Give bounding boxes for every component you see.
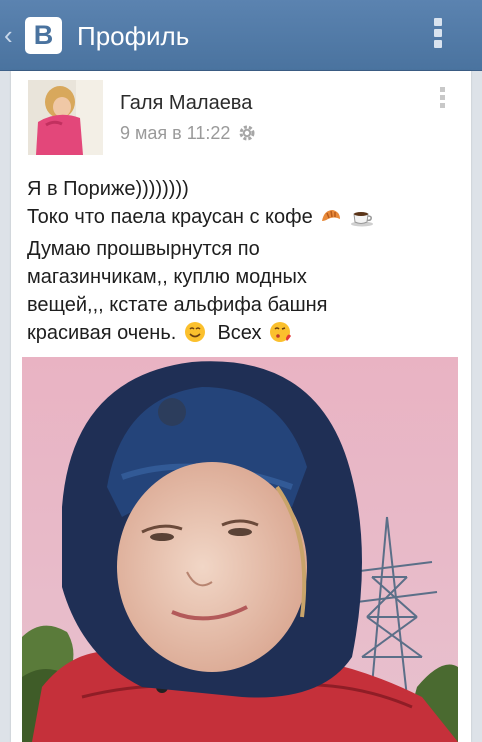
post-menu-icon[interactable] xyxy=(438,87,446,113)
post-text-segment: красивая очень. xyxy=(27,322,177,344)
croissant-emoji xyxy=(320,207,342,235)
smile-emoji xyxy=(184,321,206,351)
post-text-line: Токо что паела краусан с кофе xyxy=(27,203,463,235)
post-photo[interactable] xyxy=(22,357,458,742)
kiss-emoji xyxy=(269,321,293,351)
post-text-line: магазинчикам,, куплю модных xyxy=(27,266,307,288)
post-text-line: Думаю прошвырнутся по xyxy=(27,238,260,260)
overflow-menu-icon[interactable] xyxy=(432,18,444,54)
avatar[interactable] xyxy=(28,80,103,155)
gear-icon xyxy=(238,124,256,147)
post-text-segment: Всех xyxy=(217,322,262,344)
post-text-line: Я в Пориже)))))))) xyxy=(27,178,189,200)
back-chevron-icon[interactable]: ‹ xyxy=(4,22,18,48)
post-text: Я в Пориже)))))))) Токо что паела крауса… xyxy=(27,175,463,351)
author-name[interactable]: Галя Малаева xyxy=(120,92,252,115)
app-bar: ‹ В Профиль xyxy=(0,0,482,71)
post-text-line: вещей,,, кстате альфифа башня xyxy=(27,294,328,316)
timestamp-text: 9 мая в 11:22 xyxy=(120,123,231,143)
post-card: Галя Малаева 9 мая в 11:22 Я в Пориже)))… xyxy=(11,71,471,742)
post-timestamp: 9 мая в 11:22 xyxy=(120,123,256,147)
vk-logo[interactable]: В xyxy=(25,17,62,54)
post-text-line: красивая очень. Всех xyxy=(27,319,463,351)
page-title: Профиль xyxy=(77,21,190,51)
coffee-emoji xyxy=(350,207,374,235)
post-text-segment: Токо что паела краусан с кофе xyxy=(27,206,313,228)
